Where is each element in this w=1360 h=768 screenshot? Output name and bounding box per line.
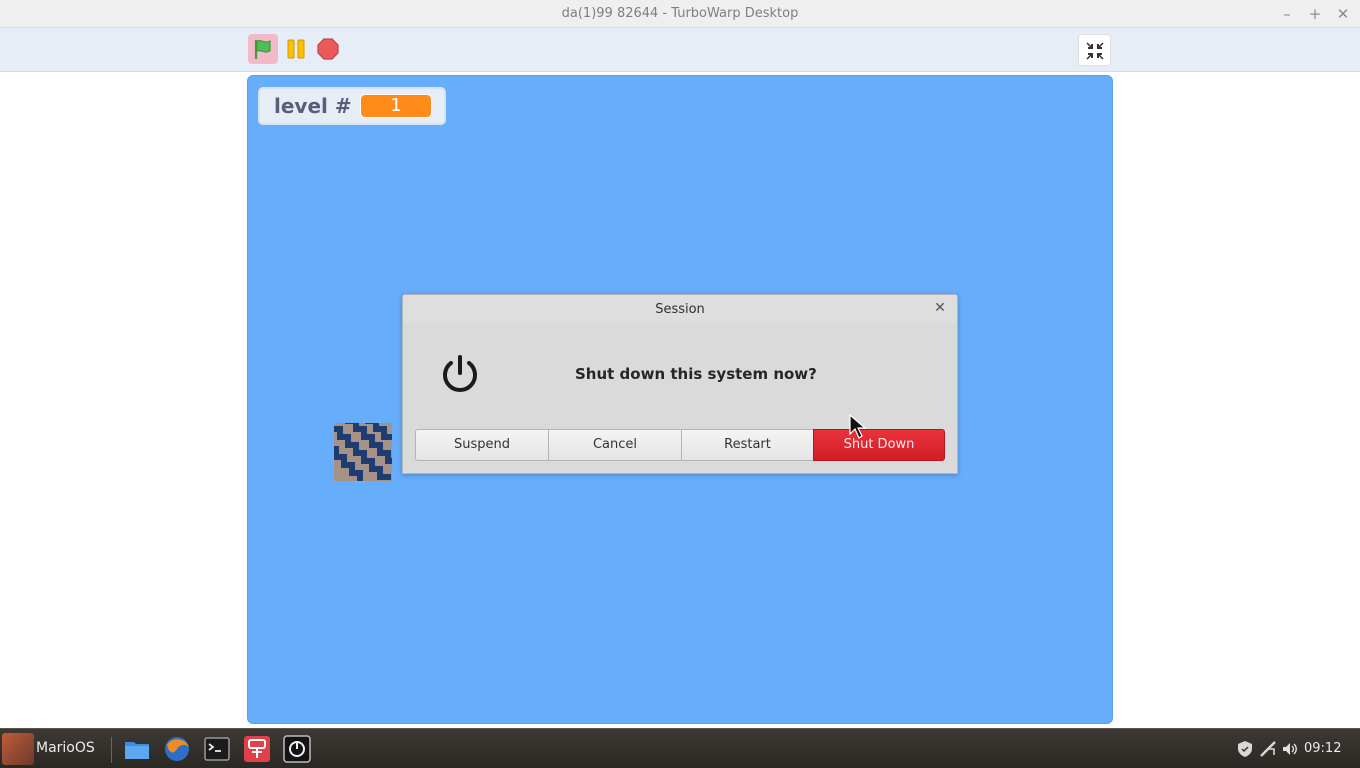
monitor-value: 1 <box>360 94 432 118</box>
power-icon <box>443 355 477 392</box>
session-icon[interactable] <box>283 735 311 763</box>
volume-icon[interactable] <box>1281 740 1299 758</box>
striped-block-sprite <box>334 423 392 481</box>
window-titlebar: da(1)99 82644 - TurboWarp Desktop – + ✕ <box>0 0 1360 28</box>
cancel-button[interactable]: Cancel <box>548 429 682 461</box>
mouse-cursor-icon <box>849 414 866 439</box>
suspend-button[interactable]: Suspend <box>415 429 549 461</box>
shield-icon[interactable] <box>1236 740 1254 758</box>
exit-fullscreen-button[interactable] <box>1078 34 1111 66</box>
folder-icon[interactable] <box>123 735 151 763</box>
start-logo-icon <box>2 733 34 765</box>
pause-button[interactable] <box>281 34 311 64</box>
dialog-header: Session ✕ <box>403 295 957 323</box>
browser-icon[interactable] <box>163 735 191 763</box>
maximize-icon[interactable]: + <box>1304 3 1326 25</box>
close-icon[interactable]: ✕ <box>1332 3 1354 25</box>
stop-button[interactable] <box>313 34 343 64</box>
clock[interactable]: 09:12 <box>1304 741 1341 756</box>
turbowarp-icon[interactable] <box>243 735 271 763</box>
stop-icon <box>317 38 339 60</box>
level-variable-monitor: level # 1 <box>258 87 446 125</box>
terminal-icon[interactable] <box>203 735 231 763</box>
window-title: da(1)99 82644 - TurboWarp Desktop <box>561 6 799 21</box>
monitor-label: level # <box>274 94 352 118</box>
shut-down-button[interactable]: Shut Down <box>813 429 945 461</box>
player-toolbar <box>0 28 1360 72</box>
session-dialog: Session ✕ Shut down this system now? Sus… <box>402 294 958 474</box>
close-icon[interactable]: ✕ <box>933 300 947 316</box>
green-flag-icon <box>254 39 271 59</box>
green-flag-button[interactable] <box>248 34 278 64</box>
start-label: MarioOS <box>36 740 95 756</box>
dialog-message: Shut down this system now? <box>575 365 817 383</box>
dialog-title: Session <box>655 302 705 317</box>
minimize-icon[interactable]: – <box>1276 3 1298 25</box>
network-icon[interactable] <box>1259 740 1277 758</box>
taskbar-separator <box>111 737 112 763</box>
exit-fullscreen-icon <box>1086 42 1104 60</box>
pause-icon <box>287 39 305 59</box>
restart-button[interactable]: Restart <box>681 429 814 461</box>
taskbar: MarioOS 09:12 <box>0 728 1360 768</box>
